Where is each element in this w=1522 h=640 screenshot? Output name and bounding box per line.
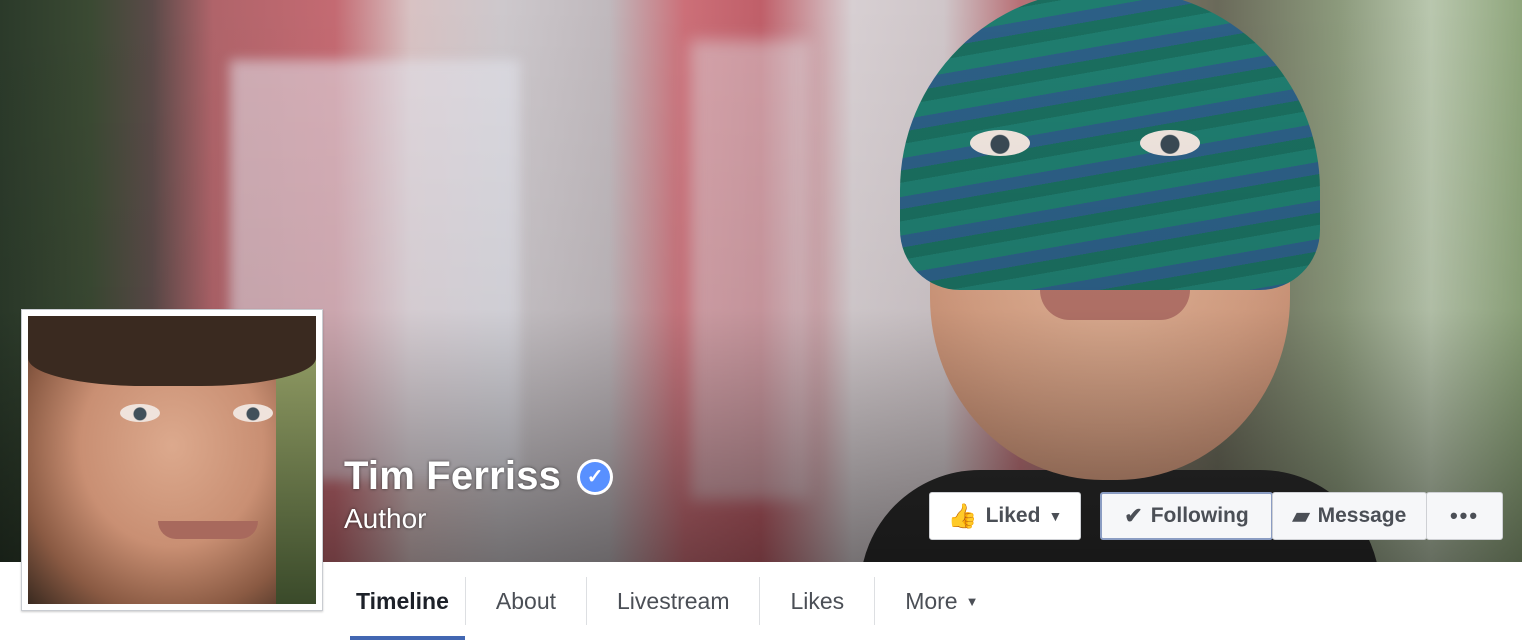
page-title[interactable]: Tim Ferriss bbox=[344, 454, 561, 499]
liked-button[interactable]: 👍 Liked ▼ bbox=[929, 492, 1081, 540]
ellipsis-icon: ••• bbox=[1449, 503, 1480, 528]
following-button[interactable]: ✔ Following bbox=[1100, 492, 1273, 540]
page-nav-tabs: Timeline About Livestream Likes More ▼ bbox=[340, 562, 1008, 640]
thumbs-up-icon: 👍 bbox=[947, 502, 978, 530]
more-options-button[interactable]: ••• bbox=[1426, 492, 1503, 540]
verified-badge-icon[interactable]: ✓ bbox=[577, 458, 614, 495]
chat-bubble-icon: ▰ bbox=[1292, 503, 1310, 528]
tab-livestream[interactable]: Livestream bbox=[587, 562, 759, 640]
tab-more[interactable]: More ▼ bbox=[875, 562, 1008, 640]
tab-timeline[interactable]: Timeline bbox=[340, 562, 465, 640]
page-category: Author bbox=[344, 503, 427, 534]
chevron-down-icon: ▼ bbox=[1048, 508, 1063, 524]
checkmark-icon: ✔ bbox=[1124, 503, 1143, 528]
profile-picture[interactable] bbox=[21, 309, 323, 611]
tab-about[interactable]: About bbox=[466, 562, 586, 640]
message-button[interactable]: ▰ Message bbox=[1272, 492, 1427, 540]
facebook-page-header: Tim Ferriss ✓ Author 👍 Liked ▼ ✔ Followi… bbox=[0, 0, 1522, 640]
chevron-down-icon: ▼ bbox=[965, 593, 979, 609]
tab-likes[interactable]: Likes bbox=[760, 562, 874, 640]
page-identity: Tim Ferriss ✓ Author bbox=[344, 454, 614, 535]
